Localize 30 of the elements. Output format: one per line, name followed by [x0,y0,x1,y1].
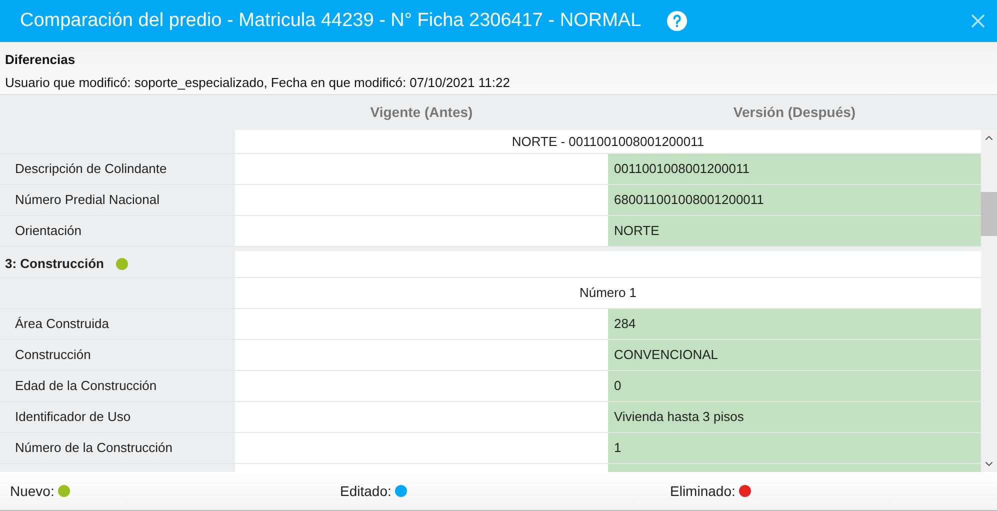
group-heading: Número 1 [579,284,637,302]
after-cell: 284 [608,309,981,339]
field-label: Número Predial Nacional [15,191,160,210]
after-cell: CONVENCIONAL [608,340,981,370]
info-detail: Usuario que modificó: soporte_especializado, Fecha en que modificó: 07/10/2021 11:22 [5,74,511,92]
legend-label: Nuevo: [10,482,54,500]
after-cell: 1 [608,433,981,463]
after-cell: Vivienda hasta 3 pisos [608,402,981,432]
section-title: 3: Construcción [5,255,104,274]
scroll-thumb[interactable] [981,192,997,236]
legend-label: Editado: [340,482,392,500]
after-cell: 0011001008001200011 [608,154,981,184]
legend-label: Eliminado: [670,482,736,500]
field-label: Área Construida [15,315,109,334]
field-label: Construcción [15,346,91,364]
field-label: Número de la Construcción [15,439,173,458]
column-heading: Versión (Después) [733,103,856,122]
field-label: Descripción de Colindante [15,160,167,178]
after-cell: NORTE [608,216,981,246]
after-cell: 0 [608,371,981,401]
column-heading: Vigente (Antes) [370,103,473,122]
group-heading: NORTE - 0011001008001200011 [512,132,704,151]
field-label: Orientación [15,222,82,240]
window-title: Comparación del predio - Matricula 44239 - N° Ficha 2306417 - NORMAL [20,8,642,33]
field-label: Identificador de Uso [15,408,131,426]
scrollbar[interactable] [981,130,997,472]
field-label: Edad de la Construcción [15,377,157,396]
after-cell: 680011001008001200011 [608,185,981,215]
info-heading: Diferencias [5,51,76,69]
help-icon[interactable] [667,11,688,31]
